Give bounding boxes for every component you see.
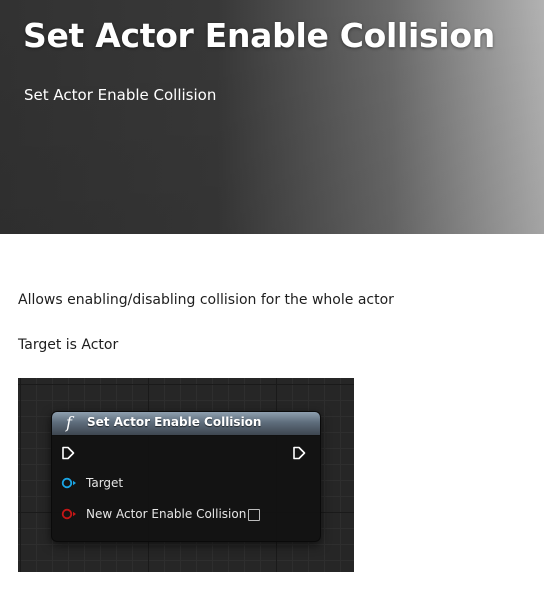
bool-pin-icon[interactable] (61, 508, 77, 520)
blueprint-graph: f Set Actor Enable Collision Target New … (18, 378, 354, 572)
node-title: Set Actor Enable Collision (87, 415, 262, 429)
blueprint-node[interactable]: f Set Actor Enable Collision Target New … (51, 411, 321, 542)
hero-banner: Set Actor Enable Collision Set Actor Ena… (0, 0, 544, 234)
target-note: Target is Actor (18, 337, 119, 353)
page-title: Set Actor Enable Collision (23, 16, 495, 55)
page-subtitle: Set Actor Enable Collision (24, 86, 217, 104)
target-pin-label: Target (86, 476, 124, 490)
enable-collision-checkbox[interactable] (248, 509, 260, 521)
exec-out-pin-icon[interactable] (292, 446, 306, 460)
target-pin-icon[interactable] (61, 477, 77, 489)
function-icon: f (66, 413, 72, 432)
node-header: f Set Actor Enable Collision (52, 412, 320, 436)
enable-collision-pin-label: New Actor Enable Collision (86, 507, 247, 521)
node-description: Allows enabling/disabling collision for … (18, 292, 394, 308)
exec-in-pin-icon[interactable] (61, 446, 75, 460)
